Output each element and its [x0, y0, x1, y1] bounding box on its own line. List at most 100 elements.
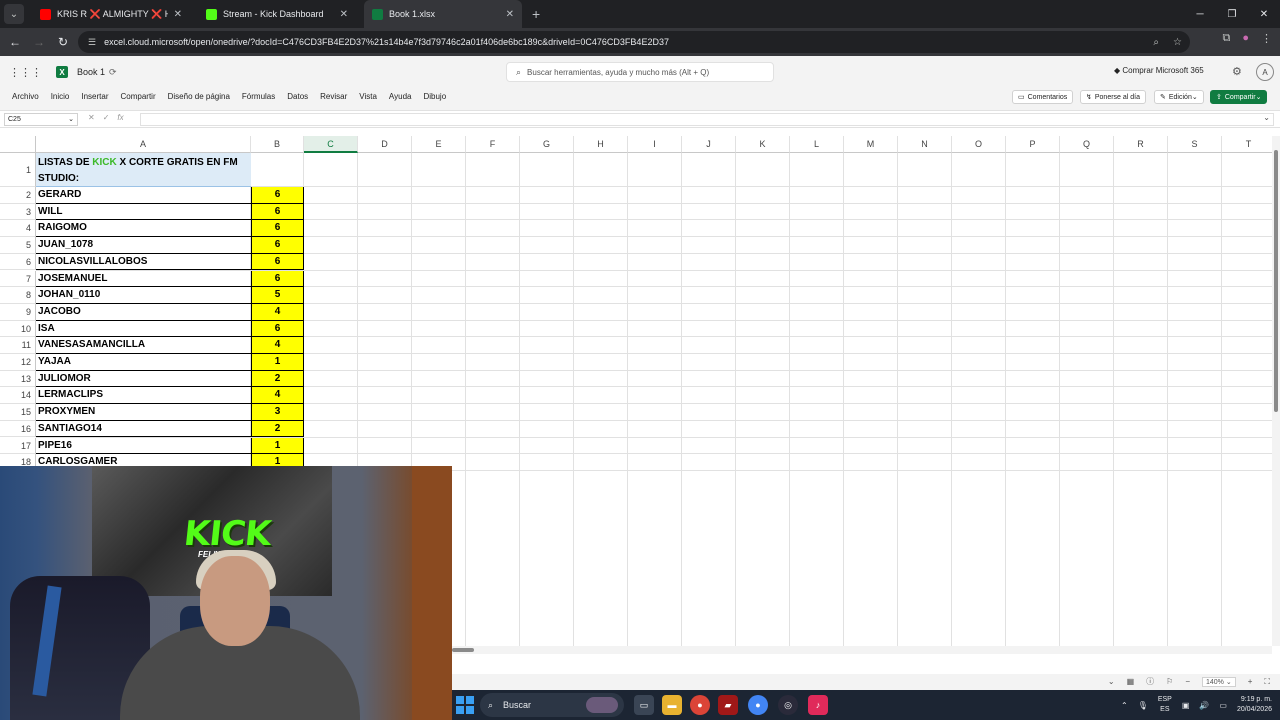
vertical-scrollbar[interactable] [1272, 136, 1280, 646]
tiktok-icon[interactable]: ♪ [808, 695, 828, 715]
close-tab-icon[interactable]: ✕ [340, 9, 348, 20]
microphone-icon[interactable]: 🎙 [1138, 701, 1148, 710]
count-cell[interactable]: 4 [251, 337, 304, 354]
ribbon-tab[interactable]: Insertar [81, 92, 108, 101]
column-header[interactable]: E [412, 136, 466, 153]
taskbar-search[interactable]: ⌕ Buscar [480, 693, 624, 717]
row-header[interactable]: 1 [0, 153, 36, 187]
buy-microsoft-365-link[interactable]: ◆ Comprar Microsoft 365 [1114, 66, 1204, 75]
zoom-in-icon[interactable]: + [1248, 677, 1253, 686]
row-header[interactable]: 7 [0, 270, 36, 288]
count-cell[interactable]: 6 [251, 220, 304, 238]
chevron-down-icon[interactable]: ⌄ [1108, 677, 1115, 686]
obs-icon[interactable]: ◎ [778, 695, 798, 715]
row-header[interactable]: 16 [0, 420, 36, 438]
count-cell[interactable]: 6 [251, 203, 304, 221]
count-cell[interactable]: 2 [251, 370, 304, 388]
row-header[interactable]: 13 [0, 370, 36, 388]
count-cell[interactable]: 6 [251, 320, 304, 338]
name-cell[interactable]: JULIOMOR [36, 371, 251, 388]
row-header[interactable]: 5 [0, 237, 36, 254]
row-header[interactable]: 15 [0, 404, 36, 421]
name-cell[interactable]: YAJAA [36, 354, 251, 371]
name-cell[interactable]: JOSEMANUEL [36, 271, 251, 288]
close-window-icon[interactable]: ✕ [1248, 0, 1280, 28]
count-cell[interactable]: 4 [251, 303, 304, 321]
column-header[interactable]: C [304, 136, 358, 153]
count-cell[interactable]: 6 [251, 253, 304, 271]
chrome-active-icon[interactable]: ● [748, 695, 768, 715]
ribbon-tab[interactable]: Ayuda [389, 92, 412, 101]
fullscreen-icon[interactable]: ⛶ [1264, 677, 1270, 687]
edit-mode-button[interactable]: ✎ Edición ⌄ [1154, 90, 1204, 104]
name-cell[interactable]: NICOLASVILLALOBOS [36, 254, 251, 271]
column-header[interactable]: B [251, 136, 304, 153]
ribbon-tab[interactable]: Dibujo [423, 92, 446, 101]
confirm-icon[interactable]: ✓ [103, 113, 110, 122]
name-cell[interactable]: PROXYMEN [36, 404, 251, 421]
sheet-view-icon[interactable]: ▦ [1127, 677, 1135, 686]
tray-chevron-icon[interactable]: ⌃ [1121, 701, 1128, 710]
row-header[interactable]: 4 [0, 220, 36, 238]
row-header[interactable]: 14 [0, 387, 36, 405]
name-box[interactable]: C25 ⌄ [4, 113, 78, 126]
ribbon-tab[interactable]: Inicio [51, 92, 70, 101]
count-cell[interactable]: 3 [251, 404, 304, 421]
settings-gear-icon[interactable]: ⚙ [1232, 65, 1242, 78]
row-header[interactable]: 3 [0, 203, 36, 221]
ribbon-tab[interactable]: Datos [287, 92, 308, 101]
catch-up-button[interactable]: ↯ Ponerse al día [1080, 90, 1147, 104]
ribbon-tab[interactable]: Compartir [121, 92, 156, 101]
help-icon[interactable]: ⓘ [1146, 676, 1154, 687]
browser-tab-excel[interactable]: Book 1.xlsx ✕ [364, 0, 522, 28]
reload-icon[interactable]: ↻ [51, 30, 75, 54]
browser-tab-kick[interactable]: Stream - Kick Dashboard ✕ [198, 0, 356, 28]
name-cell[interactable]: ISA [36, 321, 251, 338]
comments-button[interactable]: ▭ Comentarios [1012, 90, 1074, 104]
zoom-out-icon[interactable]: − [1185, 677, 1190, 686]
row-header[interactable]: 9 [0, 303, 36, 321]
tab-search-button[interactable]: ⌄ [4, 4, 24, 24]
name-cell[interactable]: LERMACLIPS [36, 387, 251, 405]
column-header[interactable]: K [736, 136, 790, 153]
row-header[interactable]: 10 [0, 320, 36, 338]
horizontal-scrollbar[interactable] [452, 646, 1272, 654]
zoom-level[interactable]: 140% ⌄ [1202, 676, 1236, 687]
column-header[interactable]: N [898, 136, 952, 153]
ribbon-tab[interactable]: Vista [359, 92, 377, 101]
new-tab-button[interactable]: + [532, 6, 540, 22]
volume-icon[interactable]: 🔊 [1199, 701, 1209, 710]
title-cell[interactable]: LISTAS DE KICK X CORTE GRATIS EN FM STUD… [36, 153, 251, 187]
column-header[interactable]: O [952, 136, 1006, 153]
column-header[interactable]: G [520, 136, 574, 153]
count-cell[interactable]: 6 [251, 237, 304, 254]
scroll-thumb[interactable] [1274, 150, 1278, 412]
battery-icon[interactable]: ▭ [1219, 701, 1227, 710]
feedback-icon[interactable]: ⚐ [1166, 677, 1173, 686]
close-tab-icon[interactable]: ✕ [174, 9, 182, 20]
ribbon-tab[interactable]: Fórmulas [242, 92, 275, 101]
column-header[interactable]: I [628, 136, 682, 153]
column-header[interactable]: L [790, 136, 844, 153]
restore-icon[interactable]: ❐ [1216, 0, 1248, 28]
formula-input[interactable] [140, 113, 1274, 126]
count-cell[interactable]: 2 [251, 420, 304, 438]
name-cell[interactable]: RAIGOMO [36, 220, 251, 238]
name-cell[interactable]: JOHAN_0110 [36, 287, 251, 304]
column-header[interactable]: D [358, 136, 412, 153]
fx-icon[interactable]: fx [117, 113, 123, 122]
count-cell[interactable]: 5 [251, 287, 304, 304]
menu-icon[interactable]: ⋮ [1261, 32, 1272, 45]
count-cell[interactable]: 6 [251, 270, 304, 288]
site-info-icon[interactable]: ☰ [88, 37, 96, 48]
windows-start-icon[interactable] [456, 696, 474, 714]
column-header[interactable]: A [36, 136, 251, 153]
row-header[interactable]: 6 [0, 253, 36, 271]
name-cell[interactable]: VANESASAMANCILLA [36, 337, 251, 354]
row-header[interactable]: 11 [0, 337, 36, 354]
task-view-icon[interactable]: ▭ [634, 695, 654, 715]
document-title[interactable]: Book 1 [77, 67, 105, 77]
row-header[interactable]: 8 [0, 287, 36, 304]
network-icon[interactable]: ▣ [1182, 701, 1190, 710]
zoom-icon[interactable]: ⌕ [1153, 37, 1159, 48]
